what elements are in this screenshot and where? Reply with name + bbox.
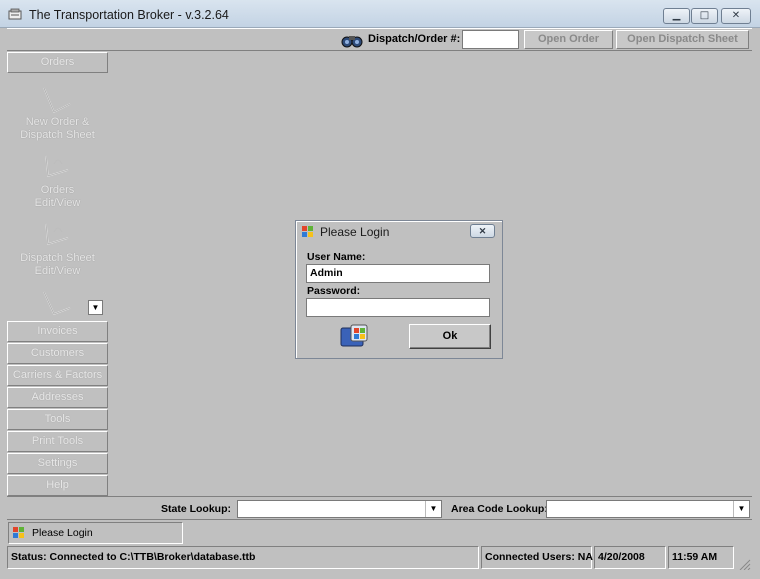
password-input[interactable] <box>306 298 490 317</box>
sidebar-item-new-order[interactable]: New Order & Dispatch Sheet <box>7 116 108 142</box>
resize-grip-icon[interactable] <box>737 558 751 570</box>
open-dispatch-sheet-button[interactable]: Open Dispatch Sheet <box>616 30 749 49</box>
sidebar-item-dispatch-sheet-edit[interactable]: Dispatch Sheet Edit/View <box>7 252 108 278</box>
sidebar-section-addresses[interactable]: Addresses <box>7 387 108 408</box>
sidebar-item-label: Dispatch Sheet <box>20 129 95 141</box>
user-name-input[interactable]: Admin <box>306 264 490 283</box>
sidebar-section-help[interactable]: Help <box>7 475 108 496</box>
area-code-lookup-label: Area Code Lookup: <box>451 503 548 515</box>
folder-icon <box>43 291 71 315</box>
app-icon <box>8 8 22 20</box>
user-name-label: User Name: <box>307 251 366 263</box>
maximize-icon: □ <box>699 10 710 21</box>
state-lookup-select[interactable]: ▼ <box>237 500 442 518</box>
sidebar-section-invoices[interactable]: Invoices <box>7 321 108 342</box>
minimize-icon: ▁ <box>672 10 681 21</box>
windows-keys-icon <box>302 226 313 237</box>
chevron-down-icon[interactable]: ▼ <box>425 501 441 517</box>
status-time: 11:59 AM <box>668 546 734 569</box>
area-code-lookup-select[interactable]: ▼ <box>546 500 750 518</box>
dispatch-order-label: Dispatch/Order #: <box>368 33 461 45</box>
ok-button[interactable]: Ok <box>409 324 491 349</box>
sidebar-scroll-dropdown[interactable]: ▼ <box>88 300 103 315</box>
password-label: Password: <box>307 285 361 297</box>
status-date: 4/20/2008 <box>594 546 666 569</box>
sidebar-section-customers[interactable]: Customers <box>7 343 108 364</box>
login-dialog-title: Please Login <box>320 225 390 239</box>
close-icon: ✕ <box>478 226 487 236</box>
maximize-button[interactable]: □ <box>691 8 718 24</box>
status-connection: Status: Connected to C:\TTB\Broker\datab… <box>7 546 479 569</box>
chevron-down-icon: ▼ <box>91 303 100 312</box>
sidebar-item-label: New Order & <box>25 116 90 128</box>
open-order-button[interactable]: Open Order <box>524 30 613 49</box>
sidebar-item-label: Edit/View <box>34 197 81 209</box>
sidebar-item-label: Dispatch Sheet <box>20 252 95 264</box>
sidebar-item-orders-edit[interactable]: Orders Edit/View <box>7 184 108 210</box>
sidebar-section-settings[interactable]: Settings <box>7 453 108 474</box>
dispatch-sheet-icon <box>45 223 69 245</box>
windows-keys-icon <box>13 527 24 538</box>
login-close-button[interactable]: ✕ <box>470 224 495 238</box>
sidebar-section-carriers-factors[interactable]: Carriers & Factors <box>7 365 108 386</box>
login-keys-icon <box>340 324 368 347</box>
sidebar-orders-header[interactable]: Orders <box>7 52 108 73</box>
sidebar-section-print-tools[interactable]: Print Tools <box>7 431 108 452</box>
chevron-down-icon[interactable]: ▼ <box>733 501 749 517</box>
binoculars-icon <box>341 36 363 48</box>
sidebar-section-tools[interactable]: Tools <box>7 409 108 430</box>
minimize-button[interactable]: ▁ <box>663 8 690 24</box>
sidebar-item-label: Orders <box>40 184 75 196</box>
sidebar-item-label: Edit/View <box>34 265 81 277</box>
new-order-icon <box>43 87 71 114</box>
window-title: The Transportation Broker - v.3.2.64 <box>29 8 229 22</box>
status-connected-users: Connected Users: NA <box>481 546 593 569</box>
close-icon: ✕ <box>731 10 741 21</box>
dispatch-order-input[interactable] <box>462 30 519 49</box>
state-lookup-label: State Lookup: <box>161 503 231 515</box>
close-button[interactable]: ✕ <box>721 8 751 24</box>
message-text: Please Login <box>32 527 93 539</box>
orders-edit-icon <box>45 155 69 177</box>
